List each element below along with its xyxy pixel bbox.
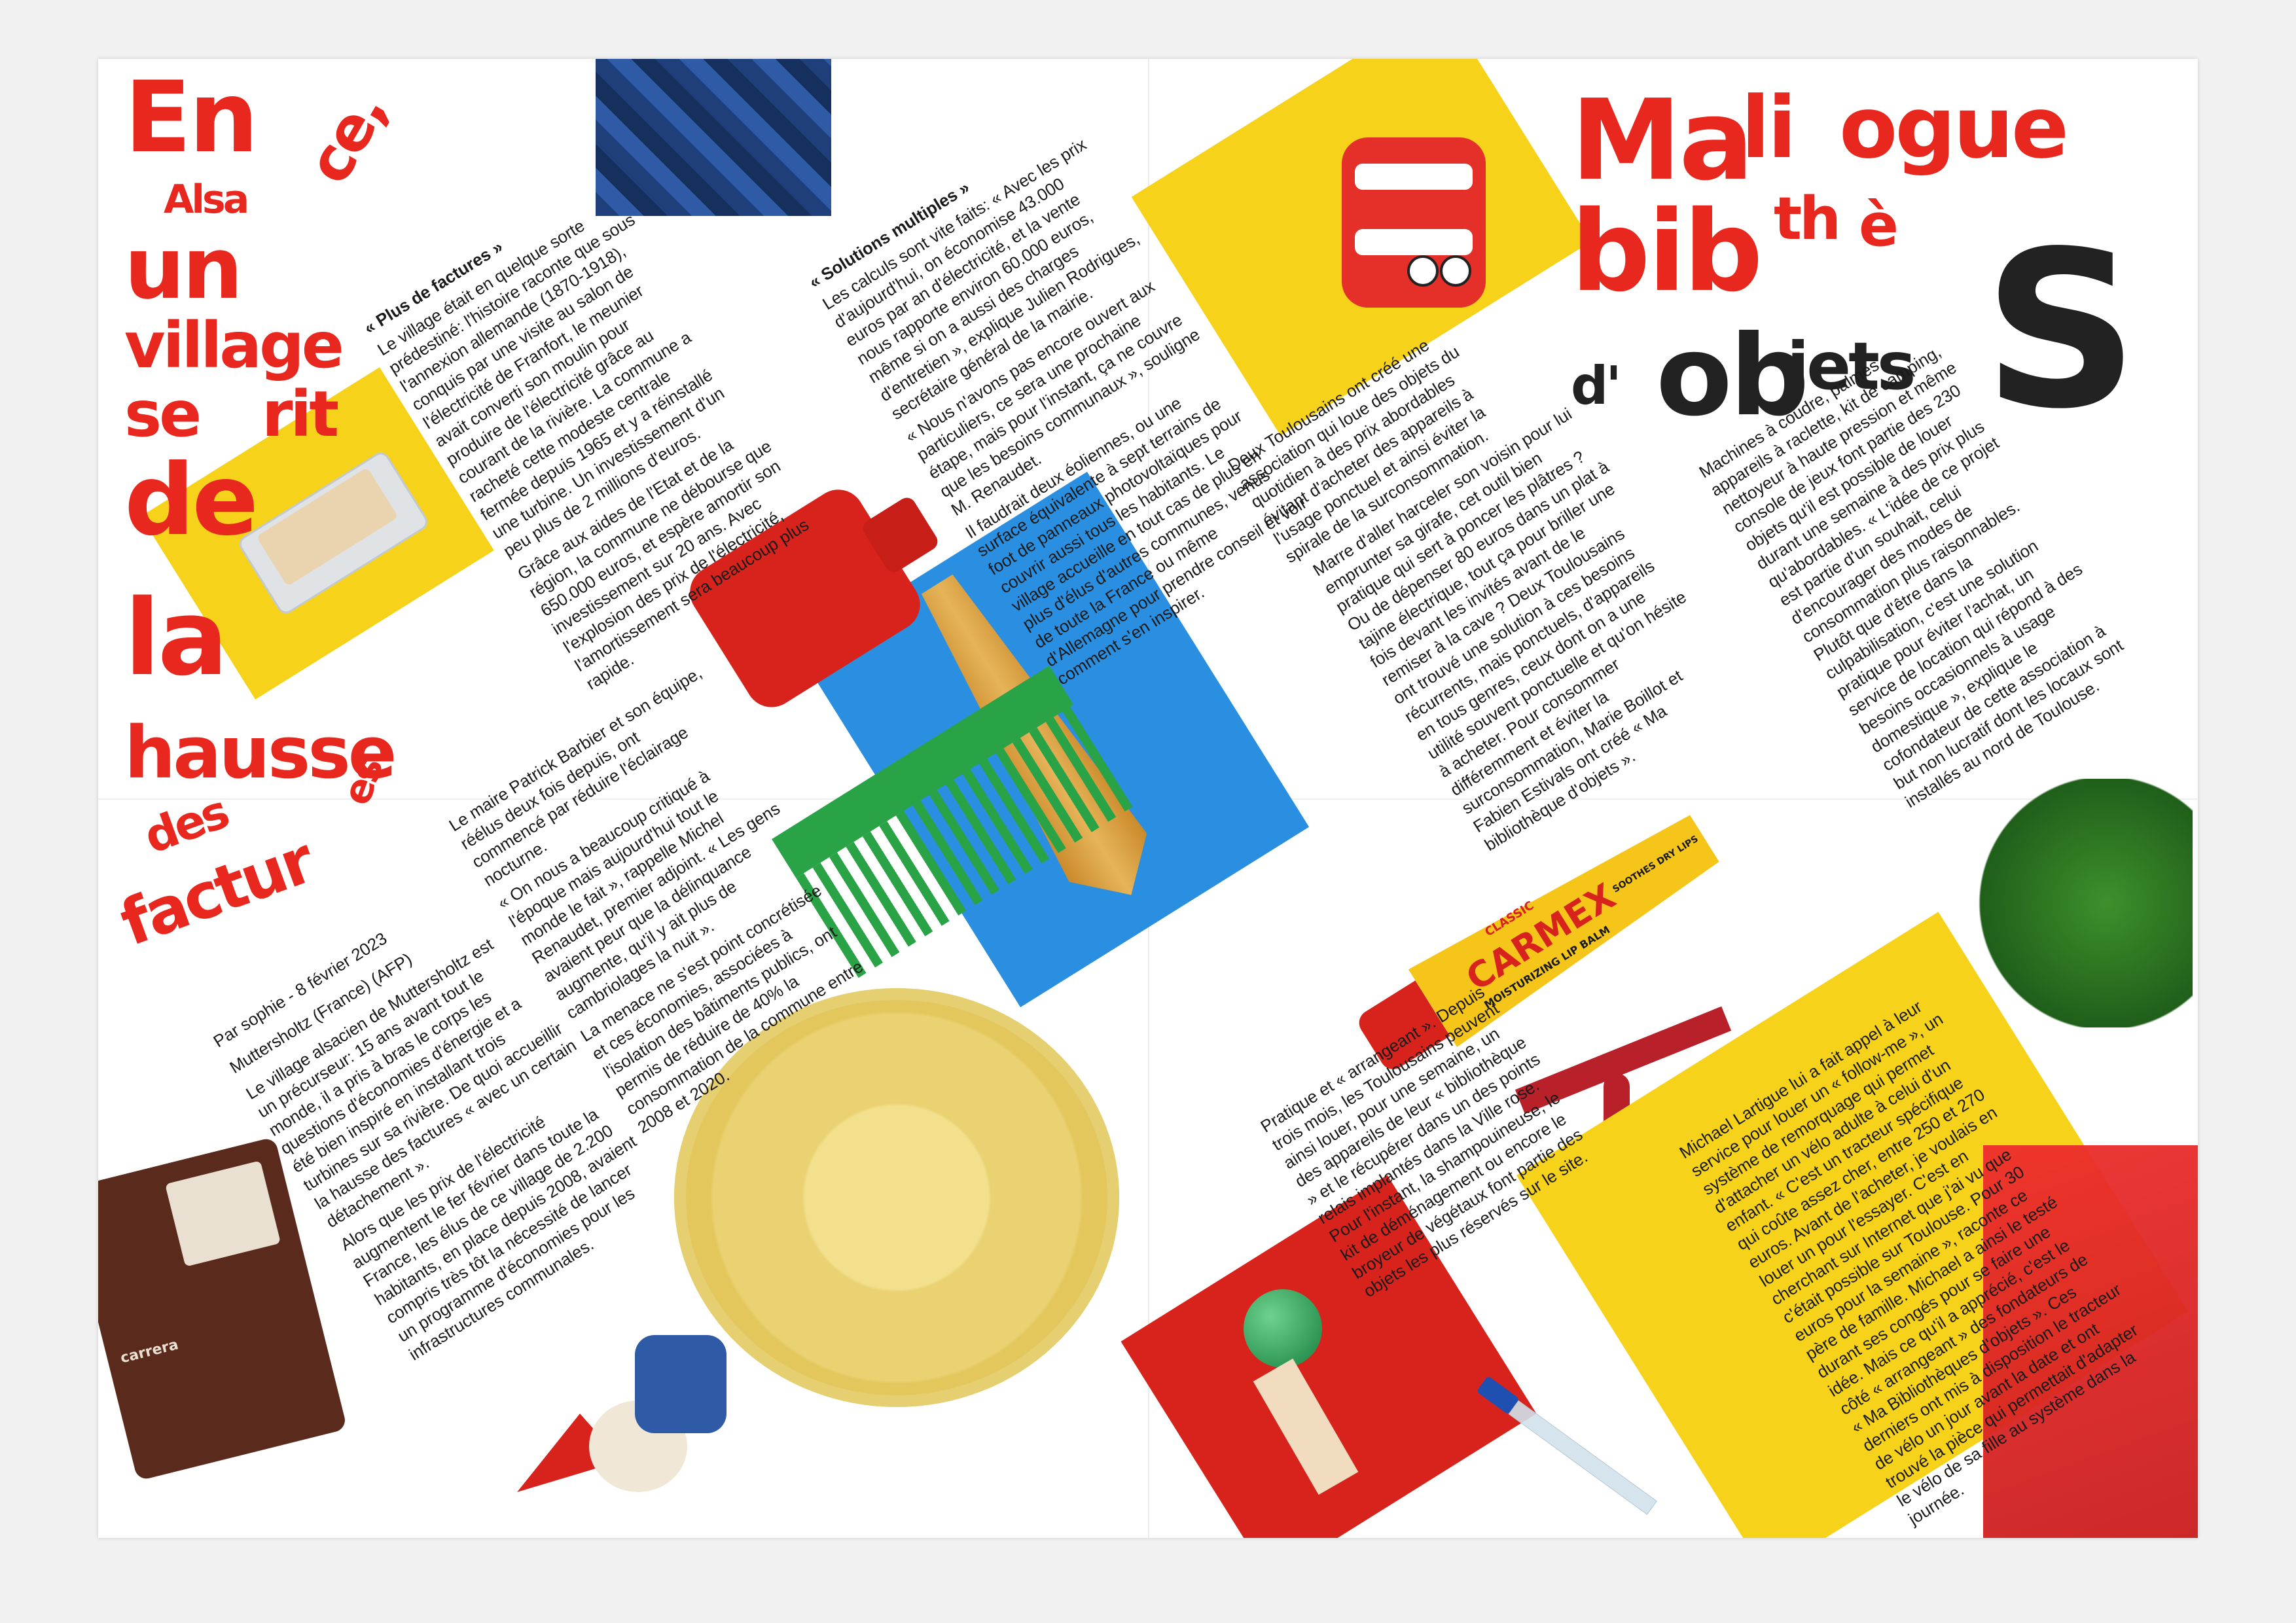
title-word: ce,: [293, 80, 400, 196]
title-word: è: [1859, 191, 1899, 260]
title-word: Alsa: [164, 177, 249, 223]
title-word: se: [124, 378, 202, 451]
title-word: Ma: [1571, 76, 1754, 205]
blue-textile-image: [596, 59, 831, 216]
title-word: rit: [262, 378, 339, 451]
title-word: factur: [111, 823, 322, 961]
title-word: un: [124, 219, 243, 318]
plant-image: [1977, 779, 2193, 1027]
title-word: de: [124, 444, 259, 558]
kendama-image: [1244, 1289, 1440, 1495]
garden-gnome-image: [517, 1322, 726, 1538]
title-word: d': [1571, 355, 1622, 416]
title-word: th: [1774, 185, 1841, 253]
title-word: bib: [1571, 187, 1763, 317]
title-word: la: [124, 577, 228, 699]
title-word: li: [1741, 78, 1797, 177]
title-word: ogue: [1839, 78, 2069, 177]
newspaper-spread: carrera CLASSIC CARMEX MOISTURIZING LIP …: [98, 59, 2198, 1538]
title-word: En: [124, 61, 259, 175]
title-word: des: [137, 785, 234, 865]
title-word: village: [124, 309, 344, 382]
title-word: S: [1983, 205, 2139, 456]
pen-image: [1475, 1373, 1681, 1533]
wind-up-teeth-image: [1329, 85, 1499, 321]
